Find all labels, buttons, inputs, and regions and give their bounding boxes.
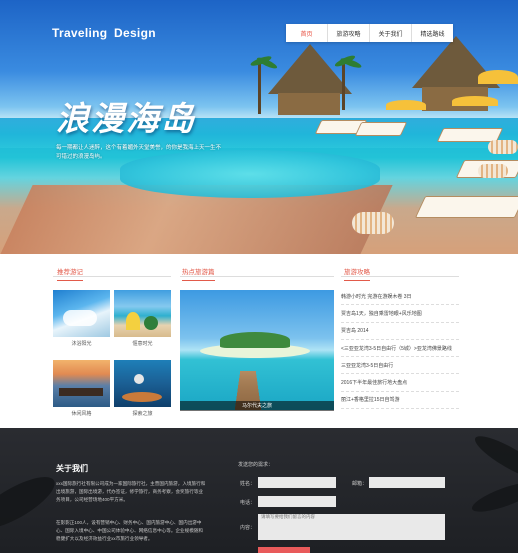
phone-label: 电话： <box>240 500 256 506</box>
email-label: 邮箱： <box>352 481 368 487</box>
name-input[interactable] <box>258 477 336 488</box>
main-nav: 首页 旅游攻略 关于我们 精选路线 <box>286 24 453 42</box>
rolled-towel <box>488 140 518 154</box>
thumb-caption-3[interactable]: 休闲风格 <box>53 410 110 417</box>
thumb-image-2[interactable] <box>114 290 171 337</box>
umbrella <box>452 96 498 106</box>
rolled-towel <box>478 164 508 178</box>
feature-caption[interactable]: 马尔代夫之旅 <box>180 401 334 411</box>
list-item[interactable]: 2016下半年最佳旅行地大盘点 <box>341 374 459 392</box>
lounger <box>414 196 518 218</box>
palm-trunk <box>342 64 345 110</box>
brand-logo[interactable]: Traveling Design <box>52 26 156 40</box>
form-title: 发送您的需求： <box>238 462 274 468</box>
palm-silhouette <box>470 429 518 487</box>
umbrella <box>478 70 518 84</box>
guide-title: 旅游攻略 <box>344 266 370 281</box>
phone-input[interactable] <box>258 496 336 507</box>
nav-guide[interactable]: 旅游攻略 <box>328 24 370 42</box>
content-label: 内容： <box>240 525 256 531</box>
feature-image[interactable] <box>180 290 334 410</box>
about-text: xxx国际旅行社有限公司成为一家国际旅行社，主营国内旅游，入境旅行和出境旅游，国… <box>56 481 206 502</box>
palm-silhouette <box>469 476 518 518</box>
palm-trunk <box>258 62 261 114</box>
list-item[interactable]: 贾吉岛1天，独自乘雷地眼+风乐地图 <box>341 305 459 323</box>
lounger <box>354 122 408 136</box>
about-text-2: 在影影正100人，设有营销中心、财务中心、国内旅游中心、国内出游中心、国际入境中… <box>56 520 204 541</box>
palm-silhouette <box>0 467 62 539</box>
hut-roof <box>268 44 352 94</box>
list-item[interactable]: 丽江+香格里拉15日自驾游 <box>341 392 459 410</box>
hero-subtitle: 每一期都让人迷醉，这个有着媚外天堂美誉，的你是我海上天一生不可错过的浪漫岛屿。 <box>56 145 222 160</box>
list-item[interactable]: <三亚亚龙湾3-5日自由行（5城）>亚龙湾佛景路线 <box>341 340 459 358</box>
thumb-caption-2[interactable]: 惬意时光 <box>114 340 171 347</box>
thumb-image-3[interactable] <box>53 360 110 407</box>
about-title: 关于我们 <box>56 464 88 473</box>
hot-title: 热点旅游篇 <box>182 266 215 281</box>
thumb-caption-1[interactable]: 沐浴阳光 <box>53 340 110 347</box>
submit-button[interactable] <box>258 547 310 553</box>
footer: 关于我们 xxx国际旅行社有限公司成为一家国际旅行社，主营国内旅游，入境旅行和出… <box>0 428 518 553</box>
rolled-towel <box>352 212 394 234</box>
content-textarea[interactable] <box>258 514 445 540</box>
thumb-caption-4[interactable]: 探索之旅 <box>114 410 171 417</box>
name-label: 姓名： <box>240 481 256 487</box>
hut <box>278 93 340 115</box>
hero-banner: Traveling Design 首页 旅游攻略 关于我们 精选路线 浪漫海岛 … <box>0 0 518 254</box>
nav-routes[interactable]: 精选路线 <box>412 24 453 42</box>
list-item[interactable]: 韩游小时光 完游在游娱木卷 3日 <box>341 288 459 306</box>
content-section: 推荐游记 热点旅游篇 旅游攻略 沐浴阳光 惬意时光 休闲风格 探索之旅 马尔代夫… <box>0 254 518 428</box>
nav-about[interactable]: 关于我们 <box>370 24 412 42</box>
list-item[interactable]: 三亚亚龙湾3-5日自由行 <box>341 357 459 375</box>
list-item[interactable]: 贾吉岛 2014 <box>341 323 459 340</box>
umbrella <box>386 100 426 110</box>
thumb-image-4[interactable] <box>114 360 171 407</box>
guide-list: 韩游小时光 完游在游娱木卷 3日 贾吉岛1天，独自乘雷地眼+风乐地图 贾吉岛 2… <box>341 288 459 410</box>
email-input[interactable] <box>369 477 445 488</box>
recommend-title: 推荐游记 <box>57 266 83 281</box>
thumb-image-1[interactable] <box>53 290 110 337</box>
nav-home[interactable]: 首页 <box>286 24 328 42</box>
hero-headline: 浪漫海岛 <box>56 99 196 138</box>
